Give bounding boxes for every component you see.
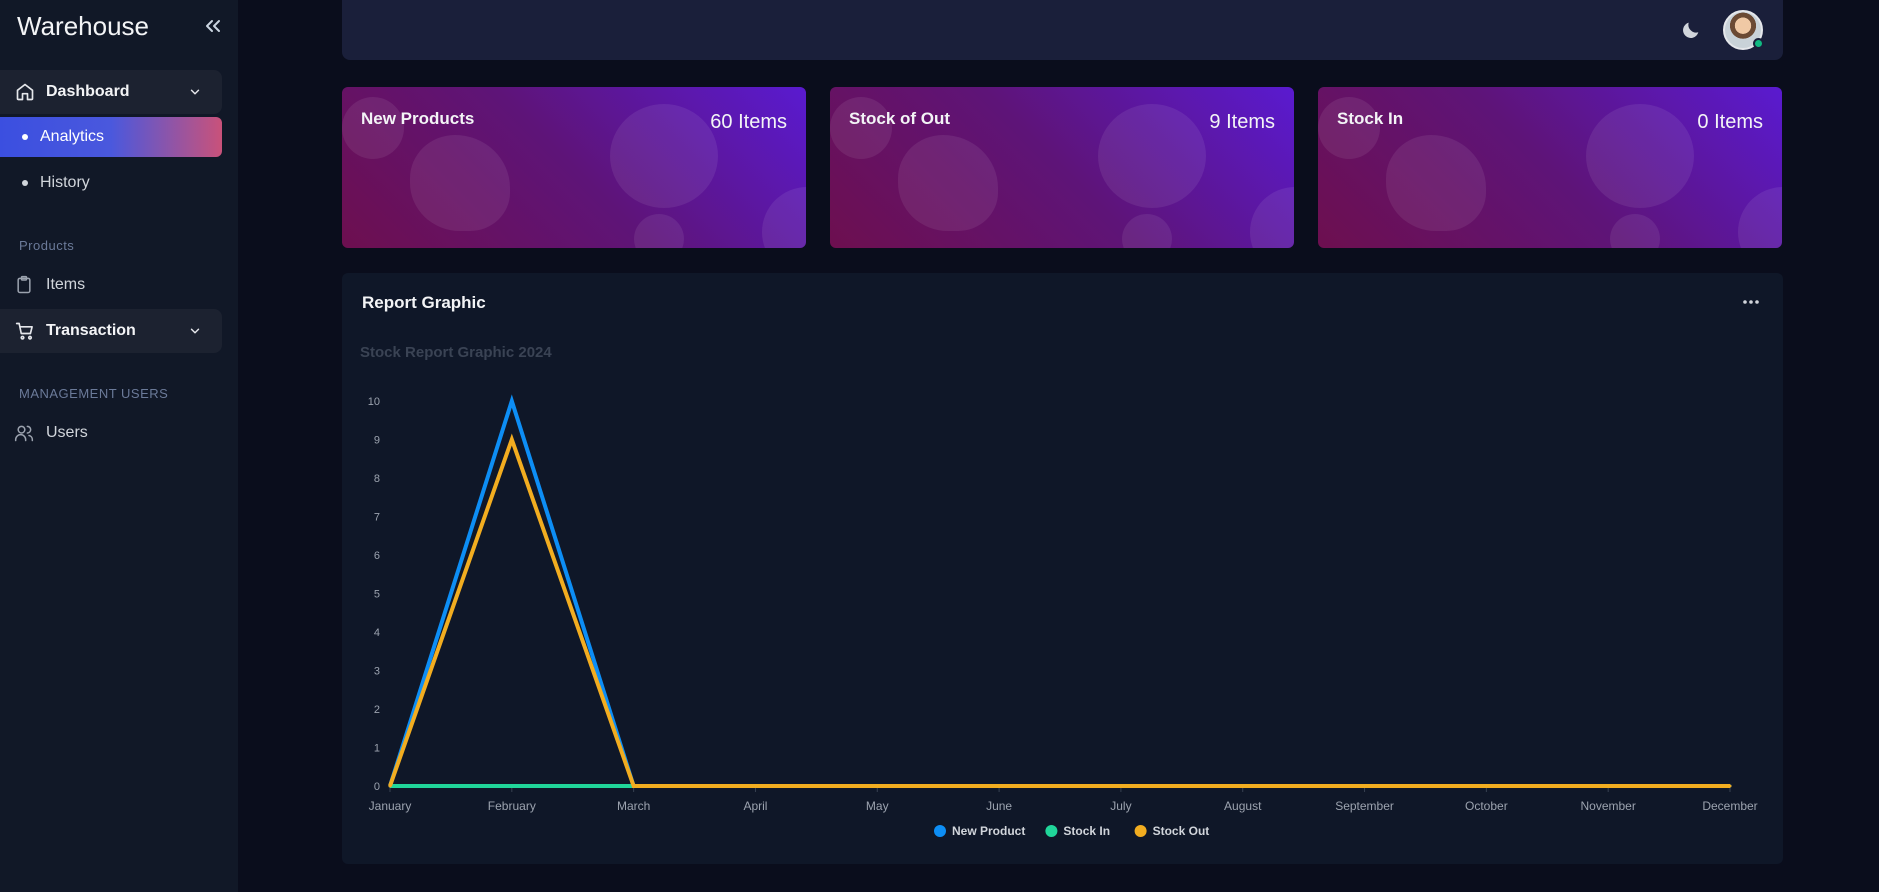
y-tick-label: 4 [374, 627, 380, 639]
x-tick-label: November [1581, 799, 1636, 813]
y-tick-label: 7 [374, 512, 380, 524]
users-icon [14, 425, 34, 442]
x-tick-label: March [617, 799, 650, 813]
stock-report-chart: Stock Report Graphic 2024 0 1 2 3 4 5 6 7 8 9 10 Jan… [360, 344, 1758, 838]
brand-title: Warehouse [17, 11, 149, 41]
stat-card-title: New Products [361, 109, 475, 128]
y-tick-label: 5 [374, 589, 380, 601]
clipboard-icon [17, 275, 31, 294]
data-point [1241, 784, 1245, 788]
data-point [510, 399, 514, 403]
x-tick-label: September [1335, 799, 1394, 813]
data-point [997, 784, 1001, 788]
bullet-icon [22, 134, 28, 140]
chevron-down-icon [190, 328, 200, 334]
data-point [632, 784, 636, 788]
moon-icon[interactable] [1680, 19, 1702, 41]
x-tick-label: February [488, 799, 536, 813]
y-tick-label: 1 [374, 743, 380, 755]
series-line-new-product [388, 394, 1730, 788]
data-point [1119, 784, 1123, 788]
cart-icon [15, 322, 33, 340]
menu-transaction[interactable]: Transaction [0, 309, 222, 353]
chevron-down-icon [190, 89, 200, 95]
menu-dashboard[interactable]: Dashboard [0, 70, 222, 114]
report-panel: Report Graphic Stock Report Graphic 2024… [342, 273, 1783, 864]
legend-marker [1134, 825, 1147, 837]
legend-marker [934, 825, 946, 837]
y-tick-label: 9 [374, 435, 380, 447]
data-point [1484, 784, 1488, 788]
bullet-icon [22, 180, 28, 186]
x-tick-label: April [743, 799, 767, 813]
stat-card-stock-in: Stock In 0 Items [1318, 87, 1782, 248]
series-line-stock-out [388, 433, 1730, 788]
sidebar: Warehouse Dashboard Analytics History Pr… [0, 0, 238, 892]
stat-card-value: 9 Items [1209, 111, 1275, 133]
menu-transaction-label: Transaction [46, 322, 136, 339]
chart-title: Stock Report Graphic 2024 [360, 344, 552, 361]
collapse-sidebar-icon[interactable] [201, 14, 225, 38]
stat-card-title: Stock In [1337, 109, 1404, 128]
section-label-products: Products [19, 238, 75, 253]
data-point [753, 784, 757, 788]
y-tick-label: 3 [374, 666, 380, 678]
sidebar-item-analytics-label: Analytics [40, 128, 105, 145]
legend-label: New Product [952, 824, 1025, 838]
y-tick-label: 6 [374, 550, 380, 562]
y-tick-label: 10 [368, 396, 380, 408]
sidebar-item-history-label: History [40, 174, 90, 191]
top-header [342, 0, 1783, 60]
y-tick-label: 8 [374, 473, 380, 485]
data-point [1728, 784, 1732, 788]
sidebar-item-users-label: Users [46, 424, 88, 441]
x-tick-label: June [986, 799, 1012, 813]
stat-card-title: Stock of Out [849, 109, 951, 128]
x-tick-label: October [1465, 799, 1508, 813]
sidebar-item-history[interactable]: History [0, 163, 222, 203]
stat-card-value: 60 Items [710, 111, 787, 133]
x-tick-label: May [866, 799, 889, 813]
data-point [388, 784, 392, 788]
legend-label: Stock In [1063, 824, 1110, 838]
sidebar-item-items-label: Items [46, 276, 86, 293]
home-icon [16, 83, 34, 101]
sidebar-item-analytics[interactable]: Analytics [0, 117, 222, 157]
data-point [1363, 784, 1367, 788]
data-point [510, 784, 514, 788]
legend-label: Stock Out [1153, 824, 1210, 838]
online-status-indicator [1753, 38, 1764, 49]
data-point [510, 438, 514, 441]
data-point [875, 784, 879, 788]
section-label-management-users: MANAGEMENT USERS [19, 386, 169, 401]
stat-card-value: 0 Items [1697, 111, 1763, 133]
x-tick-label: July [1110, 799, 1131, 813]
x-tick-label: January [369, 799, 412, 813]
y-tick-label: 2 [374, 704, 380, 716]
y-tick-label: 0 [374, 781, 380, 793]
sidebar-item-items[interactable]: Items [0, 265, 222, 305]
menu-dashboard-label: Dashboard [46, 83, 130, 100]
data-point [1606, 784, 1610, 788]
stat-card-new-products: New Products 60 Items [342, 87, 806, 248]
stat-card-stock-out: Stock of Out 9 Items [830, 87, 1294, 248]
x-tick-label: December [1702, 799, 1757, 813]
sidebar-item-users[interactable]: Users [0, 413, 222, 453]
legend-marker [1045, 825, 1058, 837]
x-tick-label: August [1224, 799, 1262, 813]
